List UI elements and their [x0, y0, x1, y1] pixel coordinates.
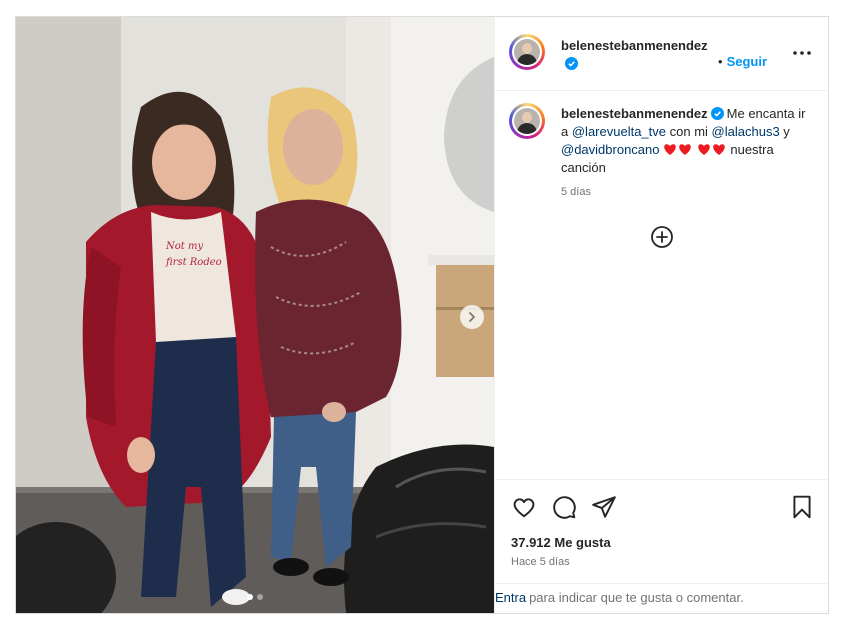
post-sidebar: belenestebanmenendez • Seguir belenesteba… — [494, 17, 829, 613]
verified-icon — [565, 57, 578, 70]
carousel-next-button[interactable] — [460, 305, 484, 329]
more-icon[interactable] — [791, 47, 813, 59]
follow-area: • Seguir — [718, 54, 767, 69]
heart-emoji-icon — [712, 144, 725, 155]
post-caption: belenestebanmenendez Me encanta ir a @lar… — [561, 105, 811, 177]
heart-emoji-icon — [679, 144, 691, 155]
caption-username[interactable]: belenestebanmenendez — [561, 106, 708, 121]
username-text[interactable]: belenestebanmenendez — [561, 38, 708, 53]
comment-prompt: para indicar que te gusta o comentar. — [529, 590, 744, 605]
avatar[interactable] — [509, 34, 545, 70]
like-icon[interactable] — [511, 494, 537, 520]
comment-bar: Entra para indicar que te gusta o comenta… — [495, 583, 829, 614]
login-link[interactable]: Entra — [495, 590, 526, 605]
post-timestamp[interactable]: Hace 5 días — [511, 556, 570, 568]
avatar-inner — [512, 37, 542, 67]
caption-avatar[interactable] — [509, 103, 545, 139]
post-photo[interactable]: Not my first Rodeo — [16, 17, 494, 613]
verified-icon — [710, 107, 724, 120]
carousel-dot-2 — [257, 594, 263, 600]
post-header: belenestebanmenendez • Seguir — [495, 17, 829, 91]
action-divider — [495, 479, 829, 480]
username[interactable]: belenestebanmenendez — [561, 37, 711, 73]
heart-emoji-icon — [697, 144, 710, 155]
follow-button[interactable]: Seguir — [727, 54, 767, 69]
mention-link[interactable]: @lalachus3 — [712, 124, 780, 139]
plus-circle-icon[interactable] — [650, 225, 674, 249]
avatar-image — [514, 108, 540, 134]
instagram-post: Not my first Rodeo belenestebanmenendez … — [15, 16, 829, 614]
svg-text:Not my: Not my — [165, 241, 203, 252]
heart-emoji-icon — [664, 144, 676, 155]
caption-text: con mi — [669, 124, 708, 139]
caption-text: y — [783, 124, 790, 139]
share-icon[interactable] — [591, 494, 617, 520]
mention-link[interactable]: @larevuelta_tve — [572, 124, 666, 139]
comment-icon[interactable] — [551, 494, 577, 520]
caption-time[interactable]: 5 días — [561, 186, 591, 198]
avatar-image — [514, 39, 540, 65]
follow-separator: • — [718, 54, 723, 69]
svg-text:first Rodeo: first Rodeo — [165, 257, 222, 268]
chevron-right-icon — [469, 312, 475, 322]
mention-link[interactable]: @davidbroncano — [561, 142, 659, 157]
caption-avatar-inner — [512, 106, 542, 136]
carousel-indicator — [247, 594, 263, 600]
carousel-dot-1 — [247, 594, 253, 600]
save-icon[interactable] — [789, 494, 815, 520]
likes-count[interactable]: 37.912 Me gusta — [511, 535, 611, 550]
photo-illustration: Not my first Rodeo — [16, 17, 494, 613]
